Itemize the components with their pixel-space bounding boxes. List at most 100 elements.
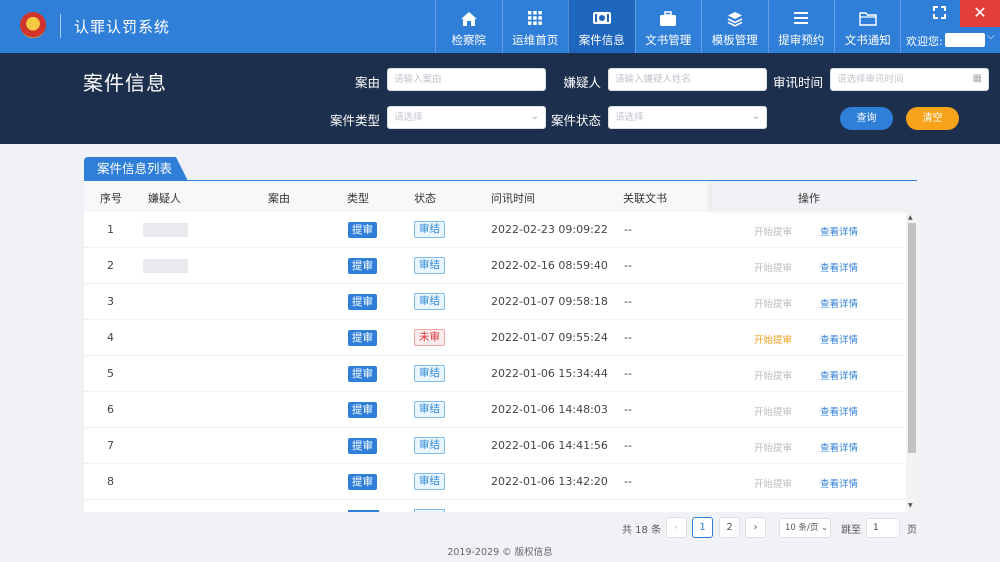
- interrogation-time-input[interactable]: [831, 69, 988, 90]
- view-details-link[interactable]: 查看详情: [820, 224, 858, 238]
- case-status-select[interactable]: ⌄: [608, 106, 767, 129]
- start-arraignment-link[interactable]: 开始提审: [754, 332, 792, 346]
- col-type-header: 类型: [347, 192, 369, 205]
- nav-item-label: 模板管理: [711, 33, 758, 47]
- pagination-total: 共 18 条: [622, 525, 662, 536]
- main-nav: 检察院 运维首页 案件信息 文书管理 模板管理 提审预约 文书通知: [435, 0, 901, 53]
- chevron-down-icon: ⌄: [821, 523, 829, 533]
- page-size-select[interactable]: 10 条/页 ⌄: [779, 518, 831, 538]
- nav-item-template-management[interactable]: 模板管理: [701, 0, 768, 53]
- row-index: 2: [107, 259, 114, 272]
- table-row: 5 提审 审结 2022-01-06 15:34:44 -- 开始提审 查看详情: [84, 356, 906, 392]
- start-arraignment-link[interactable]: 开始提审: [754, 296, 792, 310]
- type-tag: 提审: [348, 330, 377, 346]
- start-arraignment-link[interactable]: 开始提审: [754, 440, 792, 454]
- nav-item-doc-notice[interactable]: 文书通知: [834, 0, 901, 53]
- suspect-name-redacted: [143, 259, 188, 273]
- suspect-input[interactable]: [609, 69, 766, 90]
- table-row: 8 提审 审结 2022-01-06 13:42:20 -- 开始提审 查看详情: [84, 464, 906, 500]
- prev-page-button[interactable]: ‹: [666, 517, 687, 538]
- nav-item-arraignment-booking[interactable]: 提审预约: [767, 0, 835, 53]
- col-reason-header: 案由: [268, 192, 290, 205]
- nav-item-doc-management[interactable]: 文书管理: [634, 0, 702, 53]
- status-badge: 审结: [414, 401, 445, 418]
- start-arraignment-link[interactable]: 开始提审: [754, 476, 792, 490]
- case-reason-field[interactable]: [387, 68, 546, 91]
- nav-item-case-info[interactable]: 案件信息: [568, 0, 635, 53]
- type-tag: 提审: [348, 366, 377, 382]
- page-button-2[interactable]: 2: [719, 517, 740, 538]
- row-index: 8: [107, 475, 114, 488]
- col-document-header: 关联文书: [623, 192, 667, 205]
- clear-button[interactable]: 清空: [906, 107, 959, 130]
- suspect-field[interactable]: [608, 68, 767, 91]
- table-row: 2 提审 审结 2022-02-16 08:59:40 -- 开始提审 查看详情: [84, 248, 906, 284]
- view-details-link[interactable]: 查看详情: [820, 368, 858, 382]
- page-title: 案件信息: [83, 71, 167, 95]
- related-document: --: [624, 403, 632, 416]
- nav-item-label: 文书通知: [844, 33, 891, 47]
- col-status-header: 状态: [414, 192, 436, 205]
- nav-item-procuratorate[interactable]: 检察院: [435, 0, 502, 53]
- view-details-link[interactable]: 查看详情: [820, 332, 858, 346]
- row-index: 4: [107, 331, 114, 344]
- type-tag: 提审: [348, 222, 377, 238]
- view-details-link[interactable]: 查看详情: [820, 476, 858, 490]
- related-document: --: [624, 295, 632, 308]
- status-badge: 审结: [414, 365, 445, 382]
- case-table: 序号 嫌疑人 案由 类型 状态 问讯时间 关联文书 操作 1 提审 审结 2022-0…: [84, 181, 917, 512]
- type-tag: 提审: [348, 294, 377, 310]
- start-arraignment-link[interactable]: 开始提审: [754, 404, 792, 418]
- interrogation-time-field[interactable]: ▦: [830, 68, 989, 91]
- view-details-link[interactable]: 查看详情: [820, 404, 858, 418]
- start-arraignment-link[interactable]: 开始提审: [754, 368, 792, 382]
- logo-divider: [60, 14, 61, 38]
- page-unit-label: 页: [907, 525, 917, 536]
- type-tag: 提审: [348, 474, 377, 490]
- next-page-button[interactable]: ›: [745, 517, 766, 538]
- table-scrollbar[interactable]: ▲ ▼: [906, 212, 917, 512]
- chevron-down-icon: ⌄: [751, 111, 760, 122]
- list-tab: 案件信息列表: [84, 157, 188, 181]
- col-suspect-header: 嫌疑人: [148, 192, 181, 205]
- app-title: 认罪认罚系统: [74, 18, 171, 36]
- case-type-input[interactable]: [388, 107, 545, 128]
- page-button-1[interactable]: 1: [692, 517, 713, 538]
- calendar-icon[interactable]: ▦: [973, 73, 982, 84]
- start-arraignment-link[interactable]: 开始提审: [754, 260, 792, 274]
- chevron-down-icon: ⌵: [987, 31, 995, 42]
- list-icon: [794, 12, 809, 24]
- scroll-up-icon[interactable]: ▲: [908, 214, 913, 221]
- view-details-link[interactable]: 查看详情: [820, 296, 858, 310]
- emblem-logo: [20, 12, 46, 38]
- close-icon[interactable]: ✕: [960, 0, 1000, 27]
- nav-item-label: 文书管理: [645, 33, 692, 47]
- row-index: 5: [107, 367, 114, 380]
- home-icon: [460, 12, 477, 26]
- layers-icon: [727, 12, 743, 27]
- col-operation-header: 操作: [798, 192, 820, 205]
- scroll-down-icon[interactable]: ▼: [908, 502, 913, 509]
- status-badge: 审结: [414, 257, 445, 274]
- query-button[interactable]: 查询: [840, 107, 893, 130]
- status-badge: 审结: [414, 473, 445, 490]
- table-row: 1 提审 审结 2022-02-23 09:09:22 -- 开始提审 查看详情: [84, 212, 906, 248]
- jump-page-input[interactable]: 1: [866, 518, 900, 538]
- nav-item-ops-home[interactable]: 运维首页: [501, 0, 569, 53]
- case-type-select[interactable]: ⌄: [387, 106, 546, 129]
- footer-copyright: 2019-2029 © 版权信息: [447, 547, 553, 558]
- interrogation-time: 2022-01-07 09:55:24: [491, 331, 608, 344]
- related-document: --: [624, 439, 632, 452]
- briefcase-icon: [660, 11, 677, 26]
- jump-label: 跳至: [841, 525, 861, 536]
- col-index-header: 序号: [100, 192, 122, 205]
- case-status-input[interactable]: [609, 107, 766, 128]
- related-document: --: [624, 223, 632, 236]
- start-arraignment-link[interactable]: 开始提审: [754, 224, 792, 238]
- view-details-link[interactable]: 查看详情: [820, 440, 858, 454]
- fullscreen-icon[interactable]: [933, 6, 946, 22]
- scroll-thumb[interactable]: [908, 223, 916, 453]
- case-reason-input[interactable]: [388, 69, 545, 90]
- search-panel: 案件信息 案由 嫌疑人 审讯时间 ▦ 案件类型 ⌄ 案件状态 ⌄ 查询 清空: [0, 53, 1000, 144]
- view-details-link[interactable]: 查看详情: [820, 260, 858, 274]
